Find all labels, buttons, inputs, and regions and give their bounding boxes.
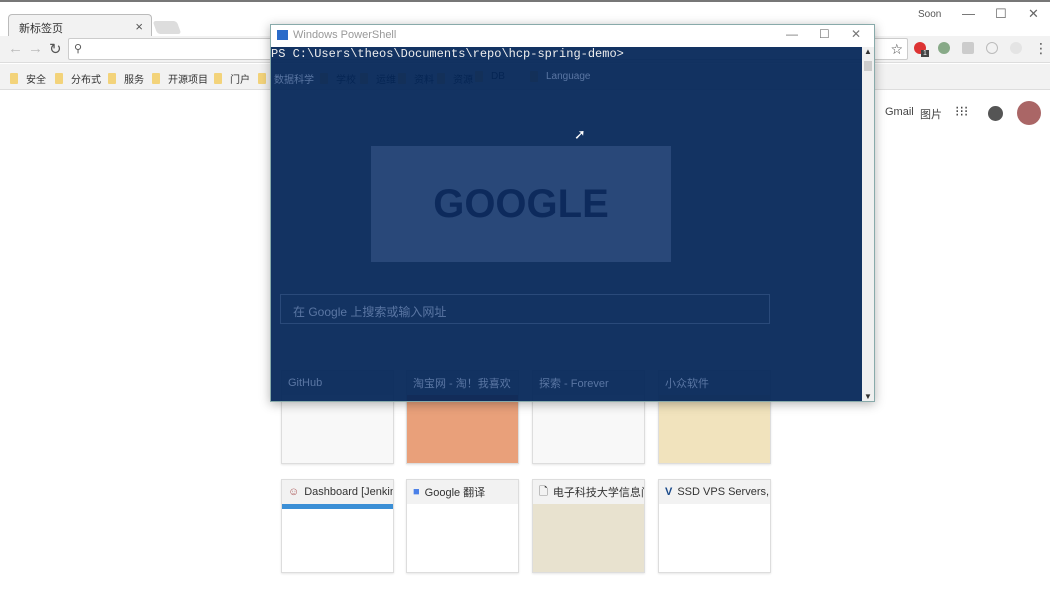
minimize-icon[interactable]: — xyxy=(786,27,798,41)
bookmark-label: 数据科学 xyxy=(274,75,314,86)
extension-icon[interactable] xyxy=(938,42,950,54)
powershell-icon xyxy=(277,30,288,40)
close-icon[interactable]: ✕ xyxy=(851,27,861,41)
bookmark-label: 开源项目 xyxy=(168,75,208,86)
back-icon[interactable]: ← xyxy=(8,40,23,57)
gmail-link[interactable]: Gmail xyxy=(885,106,914,118)
maximize-icon[interactable]: ☐ xyxy=(819,27,830,41)
close-window-icon[interactable]: ✕ xyxy=(1028,6,1039,22)
bookmark-label: Language xyxy=(546,71,591,82)
bookmark-folder[interactable]: 数据科学 xyxy=(258,71,314,86)
google-translate-icon: ■ xyxy=(413,486,420,498)
menu-icon[interactable]: ⋮ xyxy=(1034,40,1048,57)
bookmark-label: 门户 xyxy=(230,75,250,86)
scrollbar-thumb[interactable] xyxy=(864,61,872,71)
mouse-cursor-icon: ➚ xyxy=(574,126,586,142)
new-tab-button[interactable] xyxy=(152,21,182,34)
tile-title: 探索 - Forever xyxy=(539,378,609,390)
extension-icon[interactable] xyxy=(986,42,998,54)
window-title: Windows PowerShell xyxy=(293,29,397,41)
tile-title: Dashboard [Jenkins] xyxy=(304,486,393,498)
scroll-down-icon[interactable]: ▼ xyxy=(864,392,872,401)
bookmark-folder[interactable]: 门户 xyxy=(214,71,250,86)
scroll-up-icon[interactable]: ▲ xyxy=(864,47,872,56)
profile-name[interactable]: Soon xyxy=(918,9,941,20)
most-visited-tile[interactable]: ☺ Dashboard [Jenkins] xyxy=(281,479,394,573)
bookmark-folder[interactable]: 安全 xyxy=(10,71,46,86)
tile-title: Google 翻译 xyxy=(424,487,486,499)
most-visited-tile[interactable]: V SSD VPS Servers, Cloud xyxy=(658,479,771,573)
google-doodle[interactable]: GOOGLE xyxy=(371,146,671,262)
folder-icon xyxy=(258,73,266,84)
search-icon: ⚲ xyxy=(74,43,83,55)
images-link[interactable]: 图片 xyxy=(920,106,942,122)
tile-title: 淘宝网 - 淘！我喜欢 xyxy=(413,378,511,390)
avatar[interactable] xyxy=(1017,101,1041,125)
bookmark-folder[interactable]: 开源项目 xyxy=(152,71,208,86)
extension-icon[interactable] xyxy=(962,42,974,54)
page-icon: 🗋 xyxy=(539,485,548,498)
minimize-icon[interactable]: — xyxy=(962,6,975,21)
powershell-title-bar[interactable]: Windows PowerShell — ☐ ✕ xyxy=(271,25,874,47)
folder-icon xyxy=(55,73,63,84)
reload-icon[interactable]: ↻ xyxy=(49,40,62,58)
tile-title: 小众软件 xyxy=(665,378,709,390)
bookmark-star-icon[interactable]: ☆ xyxy=(890,41,903,58)
tile-title: 电子科技大学信息门户 xyxy=(552,487,644,499)
extension-badge: 1 xyxy=(921,50,929,57)
jenkins-icon: ☺ xyxy=(288,486,300,498)
folder-icon xyxy=(152,73,160,84)
tile-title: SSD VPS Servers, Cloud xyxy=(677,486,770,498)
most-visited-tile[interactable]: ■ Google 翻译 xyxy=(406,479,519,573)
notifications-icon[interactable] xyxy=(988,106,1003,121)
bookmark-folder[interactable]: 服务 xyxy=(108,71,144,86)
vultr-icon: V xyxy=(665,486,673,498)
bookmark-label: 服务 xyxy=(124,75,144,86)
folder-icon xyxy=(108,73,116,84)
forward-icon[interactable]: → xyxy=(28,40,43,57)
bookmark-label: 分布式 xyxy=(71,75,101,86)
tab-title: 新标签页 xyxy=(19,23,63,35)
tile-title: GitHub xyxy=(288,377,323,389)
folder-icon xyxy=(10,73,18,84)
apps-grid-icon[interactable]: ⁝⁝⁝ xyxy=(955,103,968,120)
close-tab-icon[interactable]: × xyxy=(135,19,143,34)
extension-icon[interactable] xyxy=(1010,42,1022,54)
scrollbar[interactable]: ▲ ▼ xyxy=(862,47,874,401)
bookmark-label: 安全 xyxy=(26,75,46,86)
most-visited-tile[interactable]: 淘宝网 - 淘！我喜欢 xyxy=(406,370,519,464)
folder-icon xyxy=(214,73,222,84)
search-input[interactable]: 在 Google 上搜索或输入网址 xyxy=(280,294,770,324)
console-prompt: PS C:\Users\theos\Documents\repo\hcp-spr… xyxy=(271,47,624,61)
bookmark-folder[interactable]: 分布式 xyxy=(55,71,101,86)
maximize-icon[interactable]: ☐ xyxy=(995,6,1007,22)
most-visited-tile[interactable]: 🗋 电子科技大学信息门户 xyxy=(532,479,645,573)
